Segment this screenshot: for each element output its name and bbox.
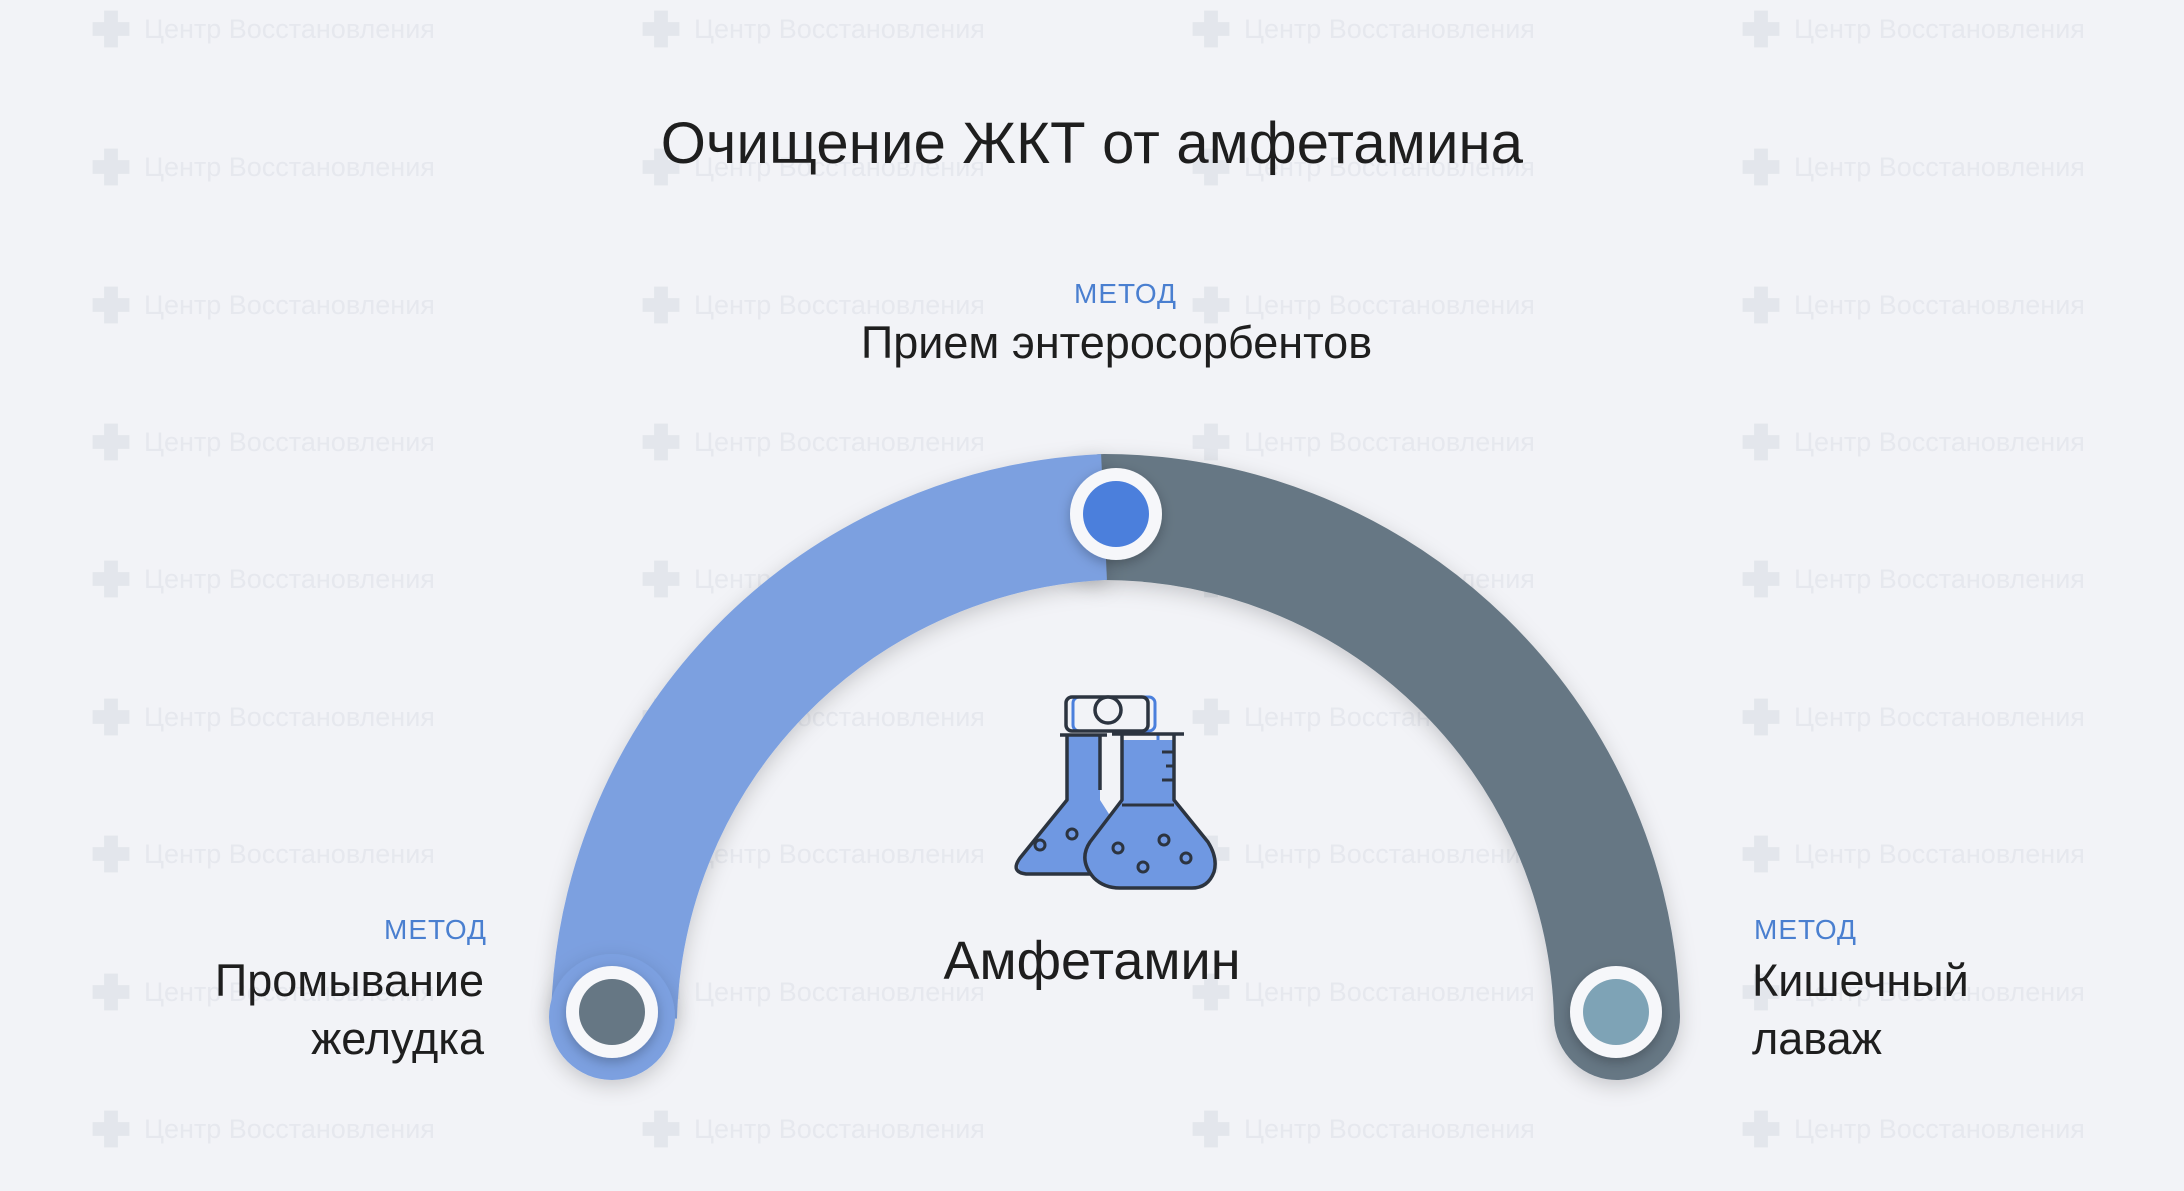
method-name-top: Прием энтеросорбентов <box>860 317 1373 368</box>
center-label: Амфетамин <box>943 931 1241 991</box>
method-name-left-line2: желудка <box>311 1013 484 1064</box>
chemistry-flasks-icon <box>1014 695 1217 890</box>
method-dot-top[interactable] <box>1070 468 1162 560</box>
method-tag-top: МЕТОД <box>1074 278 1177 309</box>
method-name-right-line2: лаваж <box>1752 1013 1882 1064</box>
